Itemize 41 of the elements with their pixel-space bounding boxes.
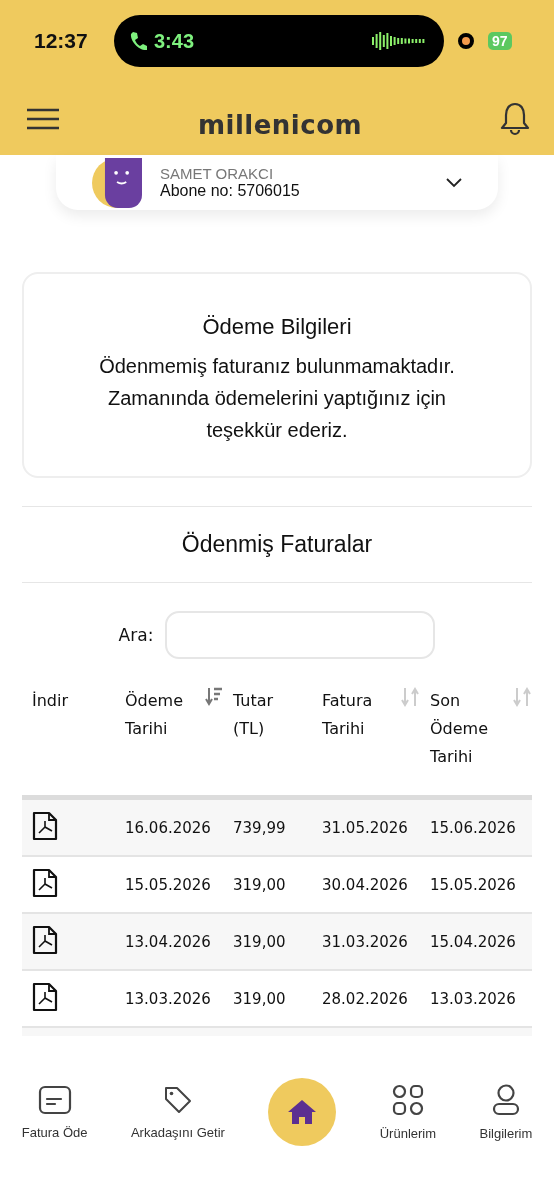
payment-message: Ödenmemiş faturanız bulunmamaktadır. Zamanında ödemelerini yaptığınız için teşekkür ederiz. [98, 354, 456, 443]
chevron-down-icon[interactable] [446, 177, 462, 188]
subscriber-name: SAMET ORAKCI [160, 165, 275, 182]
tag-icon [162, 1084, 193, 1115]
menu-icon[interactable] [26, 107, 60, 130]
nav-tab[interactable]: Fatura Öde [21, 1084, 88, 1140]
battery-level: 97 [488, 32, 512, 50]
section-title: Ödenmiş Faturalar [22, 506, 532, 583]
table-cell: 16.06.2026 [115, 797, 223, 856]
table-cell: 31.05.2026 [312, 797, 420, 856]
pdf-icon[interactable] [32, 867, 58, 898]
search-field[interactable] [165, 611, 436, 659]
table-cell: 31.03.2026 [312, 913, 420, 970]
subscriber-number: Abone no: 5706015 [160, 182, 301, 200]
pdf-icon[interactable] [32, 810, 58, 841]
phone-icon [130, 31, 148, 51]
user-icon [491, 1083, 520, 1116]
status-time: 12:37 [34, 29, 89, 53]
nav-tab[interactable]: Ürünlerim [379, 1083, 437, 1141]
table-cell: 13.04.2026 [115, 913, 223, 970]
home-icon [287, 1099, 318, 1125]
avatar [92, 157, 142, 208]
table-cell: 319,00 [223, 913, 312, 970]
call-duration: 3:43 [154, 29, 196, 53]
call-indicator[interactable]: 3:43 [114, 15, 444, 67]
search-label: Ara: [118, 625, 154, 645]
pdf-icon[interactable] [32, 981, 58, 1012]
table-cell: 739,99 [223, 797, 312, 856]
account-card[interactable]: SAMET ORAKCI Abone no: 5706015 [56, 155, 498, 210]
logo: millenicom [197, 109, 363, 140]
card-icon [37, 1084, 72, 1115]
nav-tab[interactable]: Arkadaşını Getir [130, 1084, 225, 1140]
nav-tab[interactable]: Bilgilerim [479, 1083, 533, 1141]
recording-dot [458, 33, 474, 49]
grid-icon [391, 1083, 424, 1116]
sort-descending-icon[interactable] [205, 687, 223, 707]
table-cell: 15.04.2026 [420, 913, 532, 970]
table-cell: 15.06.2026 [420, 797, 532, 856]
pdf-icon[interactable] [32, 924, 58, 955]
card-title: Ödeme Bilgileri [201, 314, 353, 340]
bell-icon[interactable] [500, 100, 530, 137]
